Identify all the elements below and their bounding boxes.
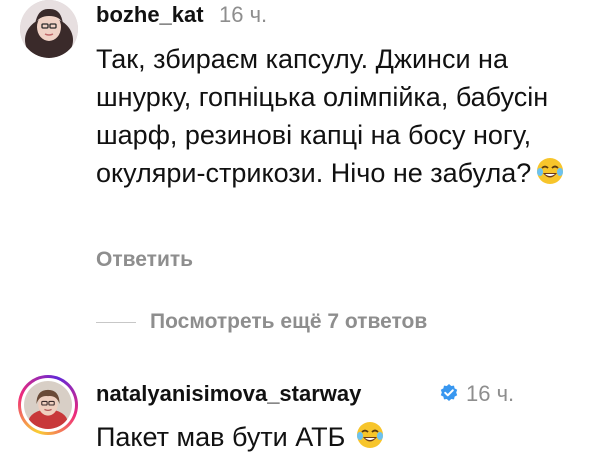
reply-button[interactable]: Ответить <box>96 248 193 272</box>
comment-text: Так, збираєм капсулу. Джинси на шнурку, … <box>96 44 549 188</box>
avatar-image <box>20 0 78 58</box>
comment-username[interactable]: natalyanisimova_starway <box>96 381 361 407</box>
comment-time: 16 ч. <box>219 2 268 27</box>
face-with-tears-of-joy-icon <box>355 420 385 460</box>
comment-username[interactable]: bozhe_kat <box>96 2 204 28</box>
comment-time: 16 ч. <box>466 381 515 406</box>
face-with-tears-of-joy-icon <box>535 156 565 196</box>
view-replies-label: Посмотреть ещё 7 ответов <box>150 310 428 333</box>
comment-text-block: Пакет мав бути АТБ <box>96 418 576 460</box>
verified-badge-icon <box>439 383 459 408</box>
comment-text-block: Так, збираєм капсулу. Джинси на шнурку, … <box>96 40 576 196</box>
comment-text: Пакет мав бути АТБ <box>96 422 346 452</box>
avatar-image <box>24 381 72 429</box>
view-replies-button[interactable]: Посмотреть ещё 7 ответов <box>96 310 427 334</box>
view-replies-divider <box>96 321 136 323</box>
avatar[interactable] <box>20 0 78 58</box>
avatar-story-ring[interactable] <box>18 375 78 435</box>
